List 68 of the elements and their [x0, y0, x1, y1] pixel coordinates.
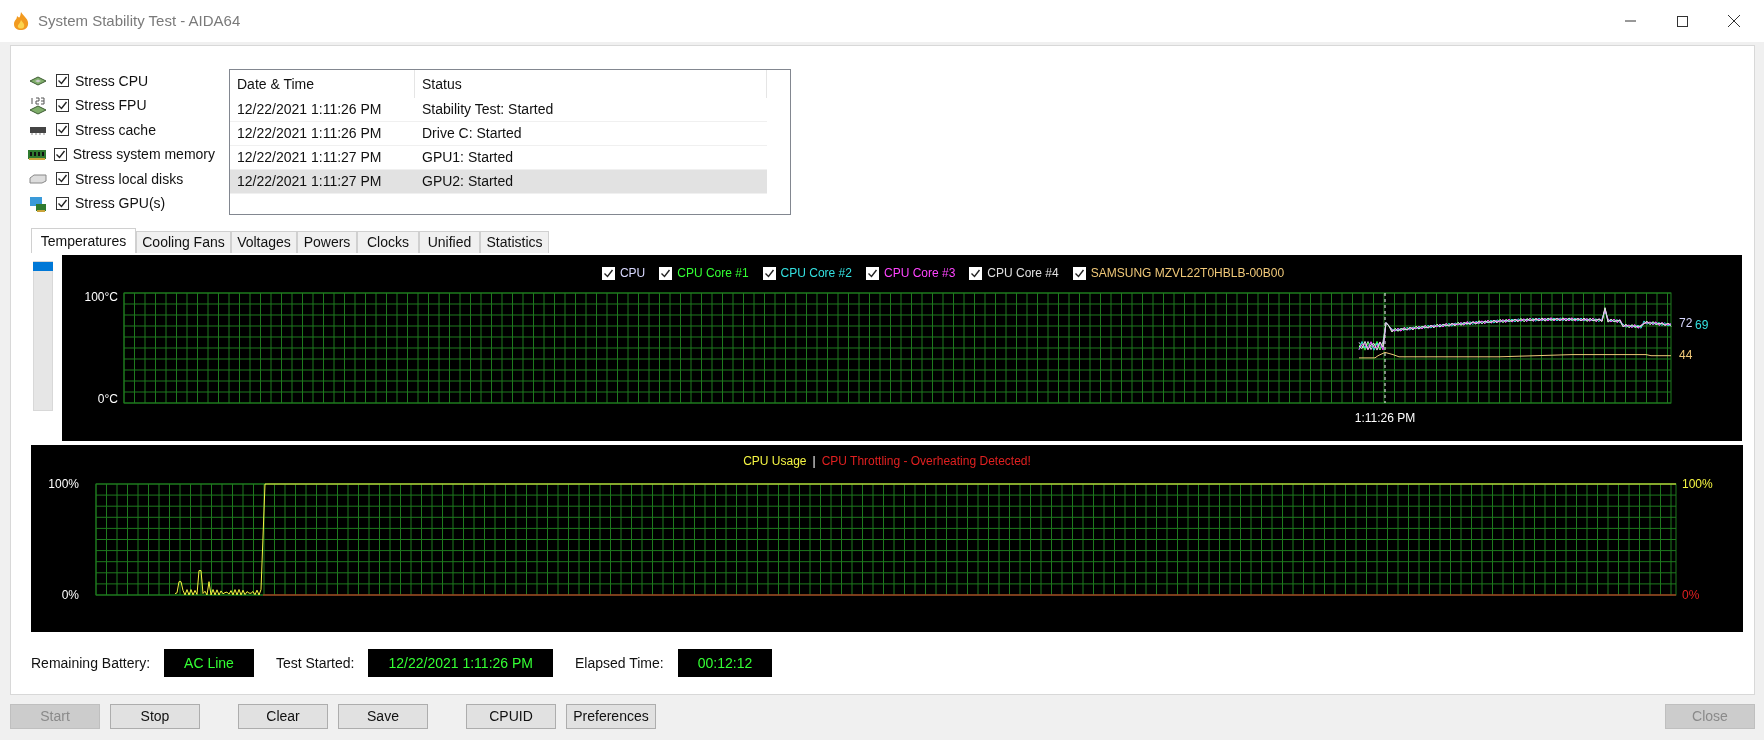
option-label: Stress system memory: [72, 145, 215, 165]
action-button[interactable]: CPUID: [466, 704, 556, 729]
drive-icon: [28, 174, 48, 185]
reading-label: 72: [1679, 316, 1693, 330]
chip-icon: [28, 95, 48, 116]
axis-label: 0°C: [97, 392, 118, 406]
tab[interactable]: Clocks: [357, 231, 419, 253]
action-button[interactable]: Save: [338, 704, 428, 729]
checkbox[interactable]: [56, 196, 69, 210]
graphics-card-icon: [28, 194, 48, 213]
option-label: Stress cache: [75, 120, 156, 140]
status-value: AC Line: [164, 649, 254, 677]
tab[interactable]: Voltages: [231, 231, 297, 253]
tab[interactable]: Unified: [419, 231, 480, 253]
legend-label: CPU Core #1: [677, 265, 749, 282]
table-cell-text: GPU1: Started: [421, 148, 515, 167]
action-button[interactable]: Preferences: [566, 704, 656, 729]
log-row[interactable]: 12/22/2021 1:11:27 PM GPU2: Started: [230, 170, 767, 194]
action-button[interactable]: Clear: [238, 704, 328, 729]
window-title: System Stability Test - AIDA64: [38, 10, 241, 31]
option-label: Stress GPU(s): [75, 194, 166, 214]
reading-label: 69: [1695, 318, 1709, 332]
tab[interactable]: Cooling Fans: [136, 231, 231, 253]
field-label: Remaining Battery:: [31, 653, 151, 673]
chip-icon: [28, 125, 48, 136]
option-label: Stress FPU: [75, 96, 147, 116]
axis-label: 100%: [48, 477, 79, 491]
table-cell-text: Stability Test: Started: [421, 100, 555, 119]
legend-label: CPU Core #2: [780, 265, 852, 282]
chart-title: CPU Throttling - Overheating Detected!: [821, 453, 1031, 470]
axis-label: 0%: [61, 588, 79, 602]
option-label: Stress CPU: [75, 71, 149, 91]
flame-icon: [12, 11, 30, 31]
tab[interactable]: Temperatures: [31, 228, 136, 253]
tab[interactable]: Statistics: [480, 231, 549, 253]
memory-module-icon: [26, 148, 47, 161]
legend-label: CPU Core #4: [987, 265, 1059, 282]
table-cell-text: 12/22/2021 1:11:27 PM: [236, 148, 383, 167]
legend-label: CPU: [619, 265, 646, 282]
axis-label: 100%: [1682, 477, 1713, 491]
table-cell-text: 12/22/2021 1:11:26 PM: [236, 124, 383, 143]
status-value: 12/22/2021 1:11:26 PM: [368, 649, 553, 677]
time-label: 1:11:26 PM: [1354, 411, 1416, 425]
chip-icon: [28, 75, 48, 88]
checkbox[interactable]: [56, 98, 69, 112]
chart-title: CPU Usage: [743, 453, 807, 470]
status-value: 00:12:12: [677, 649, 773, 677]
option-label: Stress local disks: [75, 169, 184, 189]
table-cell-text: GPU2: Started: [421, 172, 515, 191]
checkbox[interactable]: [53, 147, 67, 161]
table-cell-text: 12/22/2021 1:11:27 PM: [236, 172, 383, 191]
title-separator: |: [812, 453, 816, 470]
scroll-thumb[interactable]: [33, 262, 53, 271]
axis-label: 100°C: [84, 291, 118, 304]
action-button[interactable]: Stop: [110, 704, 200, 729]
tab[interactable]: Powers: [297, 231, 357, 253]
axis-label: 0%: [1682, 588, 1700, 602]
checkbox[interactable]: [56, 172, 69, 186]
field-label: Test Started:: [275, 653, 355, 673]
scroll-track[interactable]: [33, 261, 53, 411]
legend-label: SAMSUNG MZVL22T0HBLB-00B00: [1090, 265, 1285, 282]
field-label: Elapsed Time:: [575, 653, 664, 673]
legend-label: CPU Core #3: [883, 265, 956, 282]
reading-label: 44: [1679, 348, 1693, 362]
checkbox[interactable]: [56, 123, 69, 137]
table-cell-text: 12/22/2021 1:11:26 PM: [236, 100, 383, 119]
table-cell-text: Drive C: Started: [421, 124, 523, 143]
checkbox[interactable]: [56, 74, 69, 88]
